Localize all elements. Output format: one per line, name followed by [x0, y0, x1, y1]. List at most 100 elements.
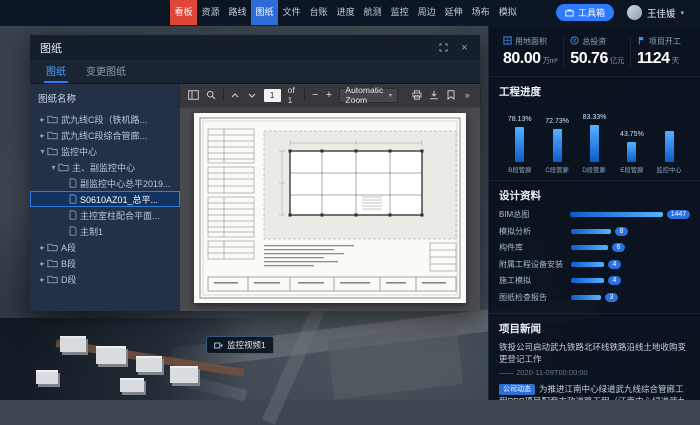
nav-item-4[interactable]: 图纸	[251, 0, 278, 25]
video-camera-marker[interactable]: 监控视频1	[206, 336, 274, 354]
expand-arrow-icon[interactable]: ▸	[38, 259, 47, 268]
tree-item-10[interactable]: ▸B段	[30, 255, 180, 271]
news-item-1[interactable]: 铁投公司启动武九铁路北环线铁路沿线土地收购变更登记工作—— 2020-11-09…	[499, 342, 690, 377]
drawing-tree-panel: 图纸名称 ▸武九线C段（铁机路...▸武九线C段综合管廊...▾监控中心▾主、副…	[30, 84, 180, 311]
tab-drawings[interactable]: 图纸	[46, 63, 66, 83]
nav-item-11[interactable]: 延伸	[440, 0, 467, 25]
tree-item-label: 武九线C段（铁机路...	[61, 113, 147, 126]
nav-item-8[interactable]: 航测	[359, 0, 386, 25]
tree-item-label: S0610AZ01_总平...	[80, 193, 158, 206]
tree-item-1[interactable]: ▸ 武九线C段（铁机路...	[30, 111, 180, 127]
camera-icon	[214, 342, 223, 349]
more-tools-icon[interactable]: »	[463, 88, 472, 102]
tree-item-label: 主控室柱配合平面...	[80, 209, 160, 222]
expand-arrow-icon[interactable]: ▸	[38, 243, 47, 252]
file-icon	[69, 210, 77, 220]
nav-item-2[interactable]: 资源	[197, 0, 224, 25]
tree-item-3[interactable]: ▾ 监控中心	[30, 143, 180, 159]
file-icon	[69, 226, 77, 236]
nav-item-3[interactable]: 路线	[224, 0, 251, 25]
design-doc-row-1[interactable]: BIM总图1447	[499, 209, 690, 220]
sidebar-toggle-icon[interactable]	[188, 88, 199, 102]
nav-item-5[interactable]: 文件	[278, 0, 305, 25]
user-name: 王佳媛	[647, 6, 676, 20]
bim-3d-model-area	[0, 318, 255, 400]
stat-label: 用地面积	[503, 36, 557, 47]
nav-item-10[interactable]: 周边	[413, 0, 440, 25]
design-doc-count-badge: 4	[608, 276, 621, 285]
nav-item-13[interactable]: 模拟	[494, 0, 521, 25]
bookmark-icon[interactable]	[446, 88, 455, 102]
nav-item-7[interactable]: 进度	[332, 0, 359, 25]
expand-arrow-icon[interactable]: ▸	[38, 115, 47, 124]
stats-sidebar: 用地面积80.00万m²总投资50.76亿元项目开工1124天 工程进度 78.…	[488, 26, 700, 400]
expand-arrow-icon[interactable]: ▸	[38, 131, 47, 140]
pdf-viewer-area: of 1 − + Automatic Zoom ▾ »	[180, 84, 480, 311]
search-icon[interactable]	[206, 88, 216, 102]
collapse-arrow-icon[interactable]: ▾	[49, 163, 58, 172]
close-icon[interactable]: ×	[459, 42, 470, 53]
stat-unit: 亿元	[610, 56, 624, 65]
design-doc-row-4[interactable]: 附属工程设备安装4	[499, 259, 690, 270]
tree-item-7[interactable]: 主控室柱配合平面...	[30, 207, 180, 223]
design-doc-row-5[interactable]: 施工模拟4	[499, 275, 690, 286]
progress-section: 工程进度 78.13%B段管廊72.73%C段管廊83.33%D段管廊43.75…	[489, 76, 700, 180]
zoom-level-select[interactable]: Automatic Zoom ▾	[339, 88, 398, 103]
folder-icon	[47, 259, 58, 268]
area-icon	[503, 36, 512, 47]
folder-icon	[47, 243, 58, 252]
progress-category-label: B段管廊	[508, 166, 531, 175]
progress-bar	[665, 131, 674, 162]
design-doc-row-6[interactable]: 图纸检查报告3	[499, 292, 690, 303]
print-icon[interactable]	[412, 88, 422, 102]
tree-item-6[interactable]: S0610AZ01_总平...	[30, 191, 180, 207]
tree-item-11[interactable]: ▸D段	[30, 271, 180, 287]
design-doc-label: 模拟分析	[499, 226, 571, 237]
stat-value: 80.00万m²	[503, 50, 557, 68]
progress-category-label: D段管廊	[583, 166, 606, 175]
stat-card-3: 项目开工1124天	[631, 36, 692, 68]
design-doc-label: 构件库	[499, 242, 571, 253]
nav-item-1[interactable]: 看板	[170, 0, 197, 25]
page-number-input[interactable]	[264, 89, 281, 102]
design-doc-bar	[571, 245, 608, 250]
tree-item-8[interactable]: 主制1	[30, 223, 180, 239]
nav-item-9[interactable]: 监控	[386, 0, 413, 25]
tree-item-5[interactable]: 副监控中心总平2019...	[30, 175, 180, 191]
zoom-in-icon[interactable]: +	[326, 89, 333, 101]
page-down-icon[interactable]	[247, 88, 256, 102]
stats-row: 用地面积80.00万m²总投资50.76亿元项目开工1124天	[489, 26, 700, 76]
zoom-out-icon[interactable]: −	[312, 89, 319, 101]
topbar-right-group: 工具箱 王佳媛 ▾	[556, 4, 700, 21]
progress-bar	[553, 129, 562, 162]
tree-item-9[interactable]: ▸A段	[30, 239, 180, 255]
expand-arrow-icon[interactable]: ▸	[38, 275, 47, 284]
tab-changed-drawings[interactable]: 变更图纸	[86, 63, 126, 83]
drawings-modal: 图纸 × 图纸 变更图纸 图纸名称 ▸武九线C段（铁机路...▸武九线C段综合管…	[30, 35, 480, 311]
fullscreen-icon[interactable]	[438, 42, 449, 53]
toolbox-button[interactable]: 工具箱	[556, 4, 614, 21]
avatar	[627, 5, 642, 20]
stat-unit: 万m²	[543, 56, 558, 65]
nav-item-6[interactable]: 台账	[305, 0, 332, 25]
news-date: —— 2020-11-09T00:00:00	[499, 368, 690, 377]
tree-item-4[interactable]: ▾主、副监控中心	[30, 159, 180, 175]
user-menu[interactable]: 王佳媛 ▾	[627, 5, 684, 20]
design-doc-row-2[interactable]: 模拟分析8	[499, 226, 690, 237]
design-doc-label: 图纸检查报告	[499, 292, 571, 303]
design-doc-bar	[571, 229, 611, 234]
pdf-viewer[interactable]	[180, 106, 480, 311]
pdf-toolbar: of 1 − + Automatic Zoom ▾ »	[180, 84, 480, 106]
tree-item-label: 监控中心	[61, 145, 97, 158]
design-doc-row-3[interactable]: 构件库6	[499, 242, 690, 253]
download-icon[interactable]	[429, 88, 439, 102]
tree-item-2[interactable]: ▸武九线C段综合管廊...	[30, 127, 180, 143]
page-up-icon[interactable]	[231, 88, 240, 102]
page-count-label: of 1	[288, 85, 298, 105]
nav-item-12[interactable]: 场布	[467, 0, 494, 25]
building-model	[136, 356, 162, 372]
collapse-arrow-icon[interactable]: ▾	[38, 147, 47, 156]
file-icon	[69, 178, 77, 188]
news-item-2[interactable]: 公司动态为推进江南中心绿道武九线综合管廊工程PPP项目配套市政道路工程（江南中心…	[499, 384, 690, 400]
file-icon	[69, 194, 77, 204]
